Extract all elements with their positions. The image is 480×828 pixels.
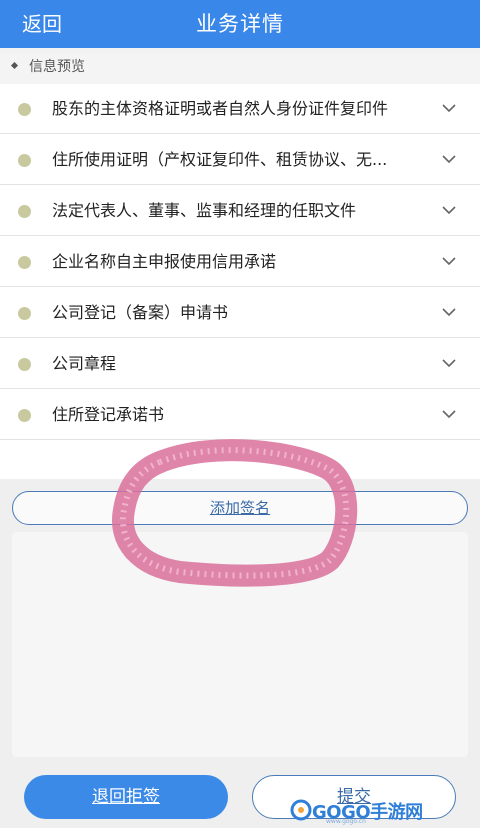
document-item-appointment[interactable]: 法定代表人、董事、监事和经理的任职文件 — [0, 186, 480, 236]
chevron-down-icon[interactable] — [440, 252, 458, 270]
chevron-down-icon[interactable] — [440, 99, 458, 117]
chevron-down-icon[interactable] — [440, 150, 458, 168]
page-title: 业务详情 — [196, 12, 284, 36]
top-bar: 返回 业务详情 — [0, 0, 480, 48]
status-dot-icon — [18, 154, 31, 167]
section-header: 信息预览 — [0, 54, 480, 84]
document-item-name-commitment[interactable]: 企业名称自主申报使用信用承诺 — [0, 237, 480, 287]
status-dot-icon — [18, 256, 31, 269]
document-item-registration-form[interactable]: 公司登记（备案）申请书 — [0, 288, 480, 338]
document-item-shareholder-id[interactable]: 股东的主体资格证明或者自然人身份证件复印件 — [0, 84, 480, 134]
status-dot-icon — [18, 358, 31, 371]
chevron-down-icon[interactable] — [440, 354, 458, 372]
diamond-bullet-icon — [10, 61, 19, 69]
chevron-down-icon[interactable] — [440, 201, 458, 219]
document-label: 公司登记（备案）申请书 — [52, 303, 229, 322]
document-label: 企业名称自主申报使用信用承诺 — [52, 252, 277, 271]
chevron-down-icon[interactable] — [440, 303, 458, 321]
document-item-articles[interactable]: 公司章程 — [0, 339, 480, 389]
status-dot-icon — [18, 307, 31, 320]
document-label: 住所使用证明（产权证复印件、租赁协议、无... — [52, 150, 388, 169]
submit-button[interactable]: 提交 — [252, 775, 456, 819]
document-list: 股东的主体资格证明或者自然人身份证件复印件 住所使用证明（产权证复印件、租赁协议… — [0, 84, 480, 479]
document-item-residence-proof[interactable]: 住所使用证明（产权证复印件、租赁协议、无... — [0, 135, 480, 185]
document-label: 股东的主体资格证明或者自然人身份证件复印件 — [52, 99, 389, 118]
document-label: 住所登记承诺书 — [52, 405, 165, 424]
section-title: 信息预览 — [29, 59, 85, 75]
document-item-residence-commitment[interactable]: 住所登记承诺书 — [0, 390, 480, 440]
add-signature-button[interactable]: 添加签名 — [12, 491, 468, 525]
signature-pad[interactable] — [12, 532, 468, 757]
document-label: 公司章程 — [52, 354, 117, 373]
chevron-down-icon[interactable] — [440, 405, 458, 423]
status-dot-icon — [18, 409, 31, 422]
document-label: 法定代表人、董事、监事和经理的任职文件 — [52, 201, 357, 220]
status-dot-icon — [18, 103, 31, 116]
reject-button[interactable]: 退回拒签 — [24, 775, 228, 819]
status-dot-icon — [18, 205, 31, 218]
